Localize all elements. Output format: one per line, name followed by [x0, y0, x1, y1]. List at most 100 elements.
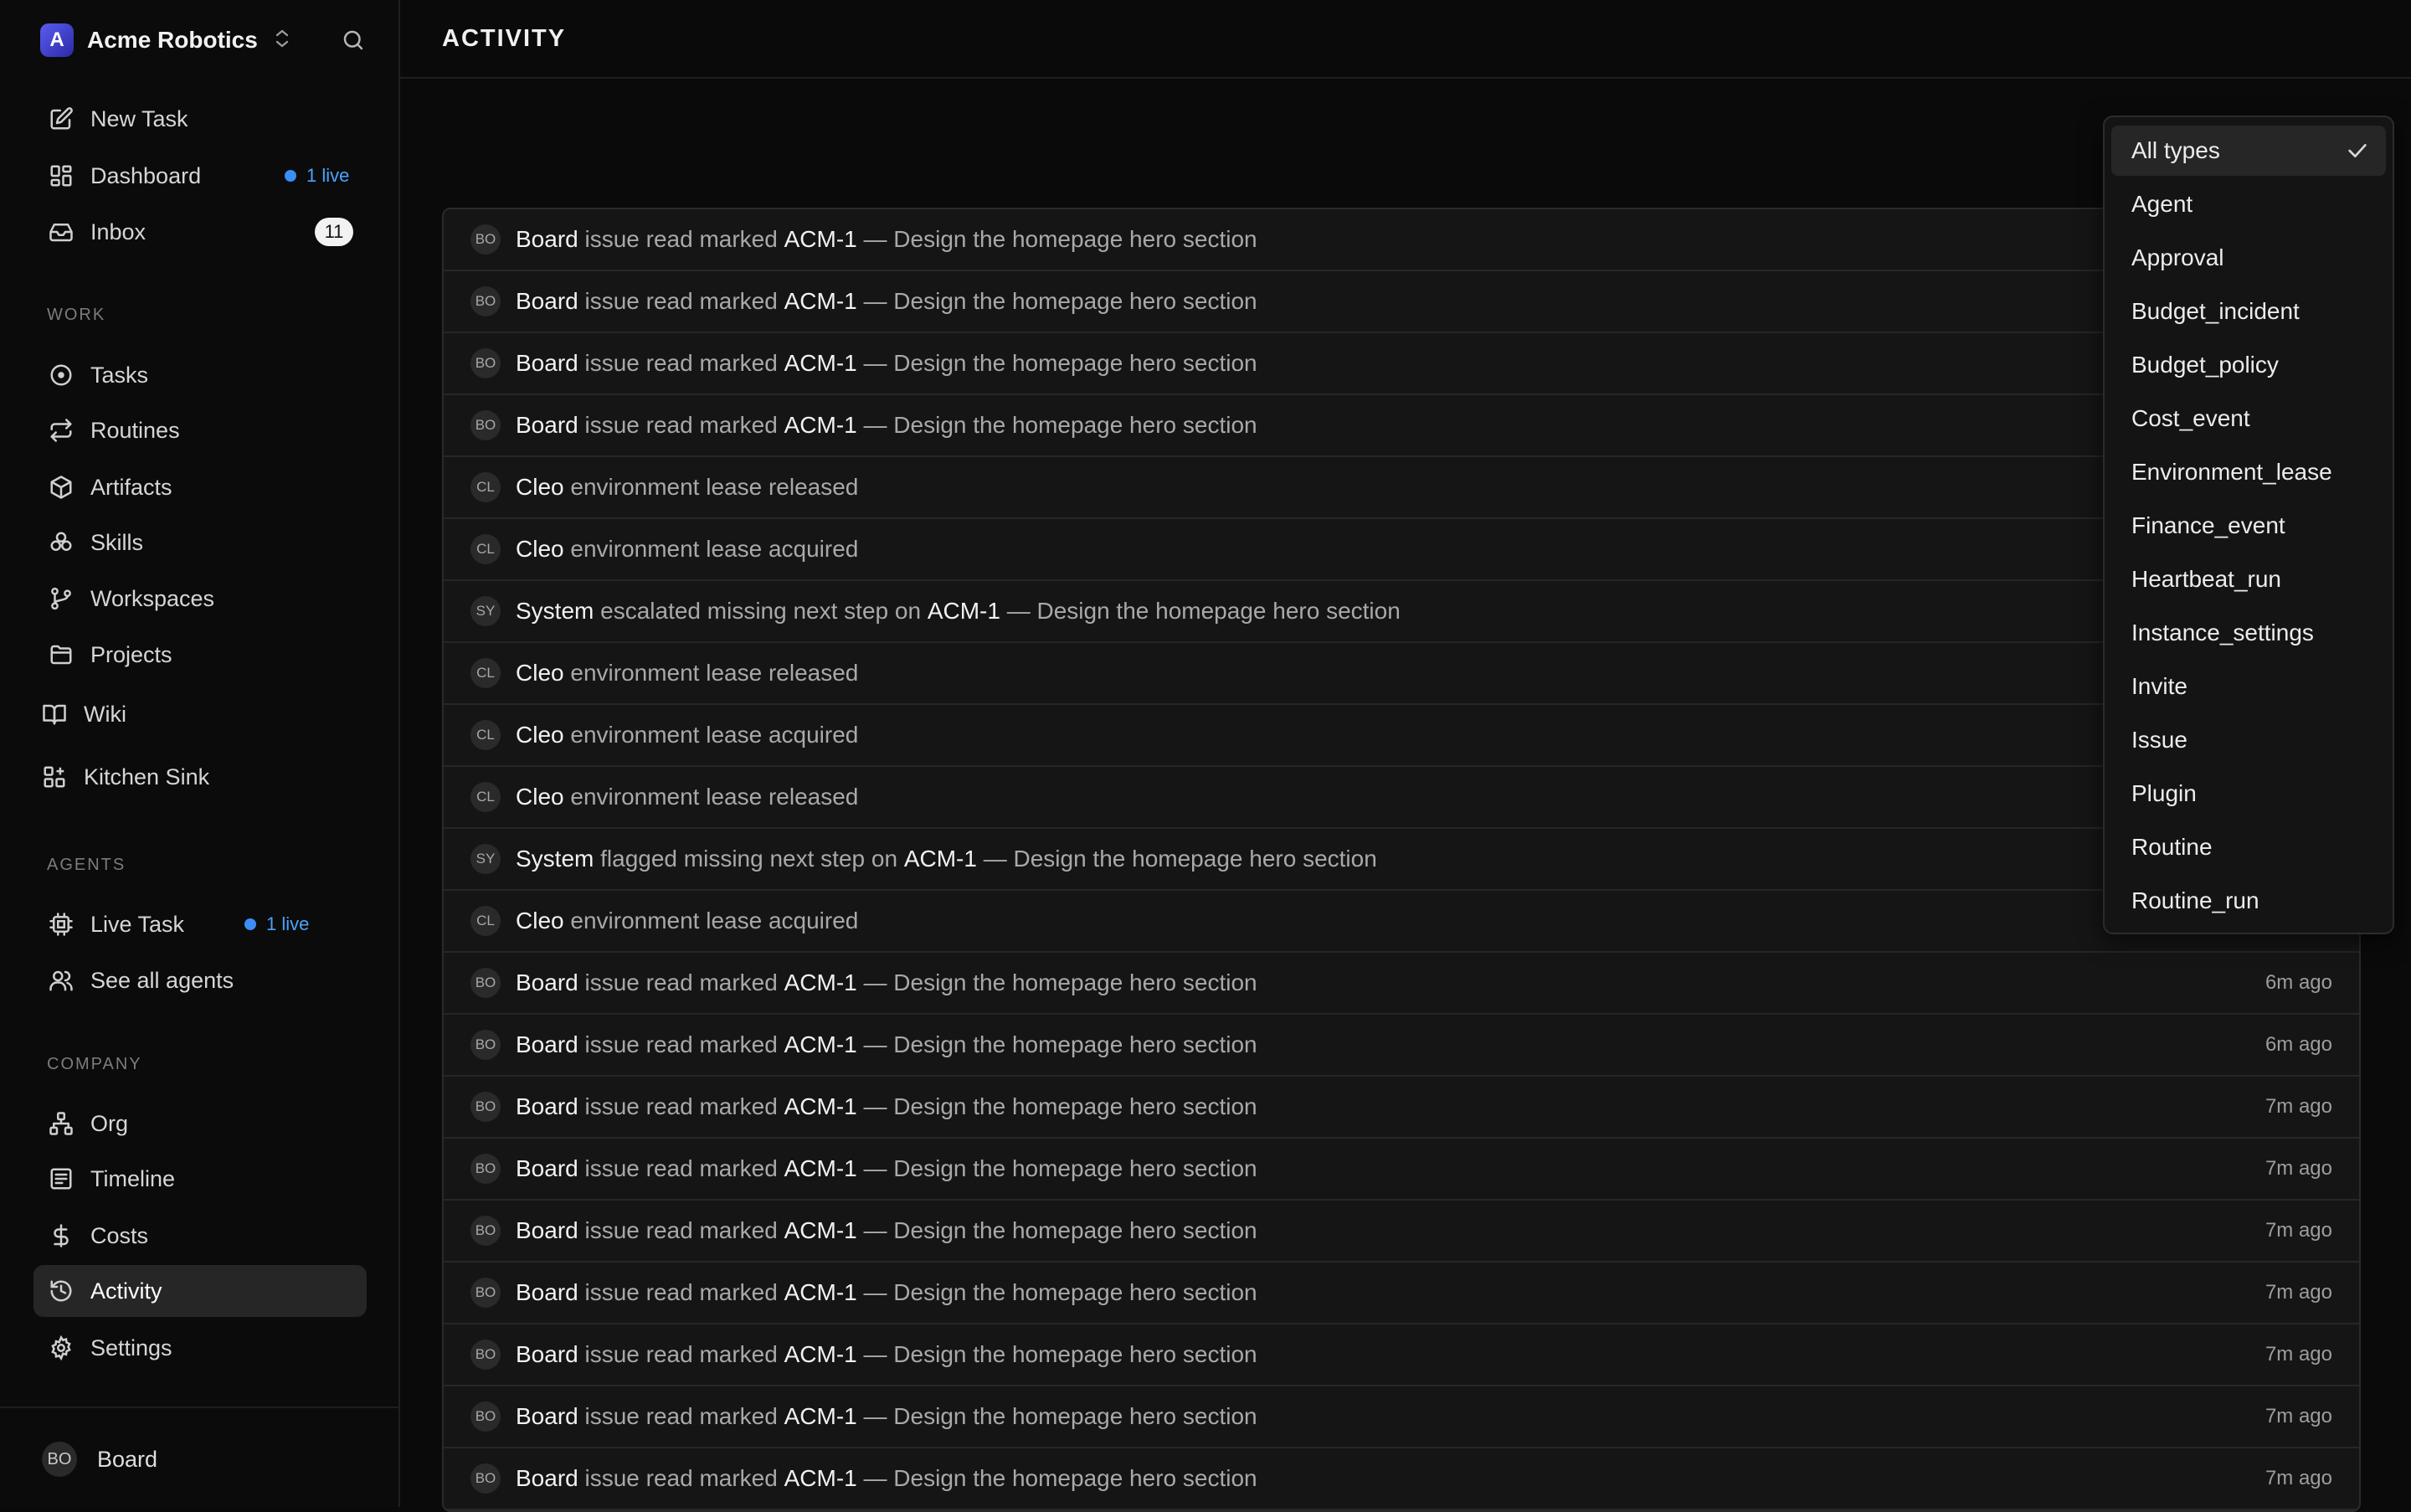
nav-timeline[interactable]: Timeline: [33, 1153, 367, 1205]
activity-row[interactable]: SY System escalated missing next step on …: [444, 581, 2359, 643]
activity-row[interactable]: CL Cleo environment lease released: [444, 767, 2359, 829]
type-option[interactable]: Budget_incident: [2111, 286, 2386, 337]
nav-new-task[interactable]: New Task: [33, 93, 367, 145]
action-text: issue read marked: [584, 226, 778, 252]
circle-dot-icon: [47, 361, 75, 389]
issue-title: — Design the homepage hero section: [863, 1217, 1257, 1243]
nav-projects[interactable]: Projects: [33, 629, 367, 681]
type-option[interactable]: Finance_event: [2111, 501, 2386, 551]
nav-artifacts[interactable]: Artifacts: [33, 461, 367, 513]
type-filter-dropdown: All types Agent Approval Budget_incident Bud…: [2103, 116, 2394, 934]
nav-wiki[interactable]: Wiki: [27, 688, 360, 740]
activity-row[interactable]: BO Board issue read marked ACM-1 — Design…: [444, 395, 2359, 457]
nav-activity[interactable]: Activity: [33, 1265, 367, 1317]
type-option[interactable]: Plugin: [2111, 769, 2386, 819]
nav-skills[interactable]: Skills: [33, 517, 367, 568]
issue-ref[interactable]: ACM-1: [784, 1279, 857, 1306]
activity-row[interactable]: SY System flagged missing next step on AC…: [444, 829, 2359, 891]
type-option-label: Issue: [2131, 727, 2187, 753]
issue-ref[interactable]: ACM-1: [784, 1093, 857, 1120]
issue-ref[interactable]: ACM-1: [928, 598, 1000, 625]
activity-row[interactable]: BO Board issue read marked ACM-1 — Design…: [444, 209, 2359, 271]
activity-row[interactable]: BO Board issue read marked ACM-1 — Design…: [444, 1139, 2359, 1201]
issue-ref[interactable]: ACM-1: [784, 288, 857, 315]
nav-label: Live Task: [90, 911, 185, 937]
page-header: ACTIVITY: [400, 0, 2411, 79]
activity-row[interactable]: BO Board issue read marked ACM-1 — Design…: [444, 1386, 2359, 1448]
type-option-label: Approval: [2131, 244, 2224, 270]
nav-live-task[interactable]: Live Task 1 live: [33, 898, 367, 950]
issue-ref[interactable]: ACM-1: [784, 969, 857, 996]
type-option[interactable]: Heartbeat_run: [2111, 554, 2386, 604]
type-option[interactable]: Routine_run: [2111, 876, 2386, 926]
activity-row[interactable]: BO Board issue read marked ACM-1 — Design…: [444, 1077, 2359, 1139]
actor-avatar: BO: [470, 410, 501, 440]
issue-ref[interactable]: ACM-1: [784, 1031, 857, 1058]
avatar: BO: [42, 1442, 77, 1477]
issue-title: — Design the homepage hero section: [863, 1403, 1257, 1429]
actor-name: Board: [516, 288, 578, 314]
type-option[interactable]: Environment_lease: [2111, 447, 2386, 497]
type-option[interactable]: Invite: [2111, 661, 2386, 712]
activity-row[interactable]: CL Cleo environment lease acquired: [444, 891, 2359, 953]
issue-ref[interactable]: ACM-1: [784, 1465, 857, 1492]
book-icon: [40, 700, 69, 728]
issue-ref[interactable]: ACM-1: [784, 226, 857, 253]
type-option[interactable]: Budget_policy: [2111, 340, 2386, 390]
type-option[interactable]: Cost_event: [2111, 393, 2386, 444]
issue-ref[interactable]: ACM-1: [784, 1155, 857, 1182]
activity-row[interactable]: BO Board issue read marked ACM-1 — Design…: [444, 333, 2359, 395]
gear-icon: [47, 1334, 75, 1362]
type-option[interactable]: Routine: [2111, 822, 2386, 872]
issue-ref[interactable]: ACM-1: [904, 846, 977, 872]
timestamp: 7m ago: [2264, 1219, 2332, 1242]
activity-row[interactable]: CL Cleo environment lease acquired: [444, 705, 2359, 767]
type-option-label: Environment_lease: [2131, 459, 2332, 485]
nav-label: Projects: [90, 641, 172, 667]
nav-kitchen-sink[interactable]: Kitchen Sink: [27, 751, 360, 803]
activity-row[interactable]: BO Board issue read marked ACM-1 — Design…: [444, 1201, 2359, 1263]
activity-row[interactable]: BO Board issue read marked ACM-1 — Design…: [444, 271, 2359, 333]
pencil-square-icon: [47, 105, 75, 133]
nav-see-all-agents[interactable]: See all agents: [33, 954, 367, 1006]
nav-inbox[interactable]: Inbox 11: [33, 206, 367, 258]
type-option[interactable]: All types: [2111, 126, 2386, 176]
company-switcher[interactable]: A Acme Robotics: [40, 22, 291, 59]
activity-row[interactable]: BO Board issue read marked ACM-1 — Design…: [444, 1263, 2359, 1324]
activity-row[interactable]: CL Cleo environment lease released: [444, 643, 2359, 705]
issue-ref[interactable]: ACM-1: [784, 1341, 857, 1368]
live-dot: [244, 918, 256, 930]
type-option[interactable]: Agent: [2111, 179, 2386, 229]
actor-name: Board: [516, 1403, 578, 1429]
nav-label: Inbox: [90, 219, 147, 244]
type-option[interactable]: Approval: [2111, 233, 2386, 283]
issue-title: — Design the homepage hero section: [983, 846, 1377, 872]
activity-row[interactable]: BO Board issue read marked ACM-1 — Design…: [444, 1448, 2359, 1510]
activity-row[interactable]: BO Board issue read marked ACM-1 — Design…: [444, 1324, 2359, 1386]
nav-workspaces[interactable]: Workspaces: [33, 573, 367, 625]
type-option[interactable]: Instance_settings: [2111, 608, 2386, 658]
actor-name: Board: [516, 350, 578, 376]
issue-ref[interactable]: ACM-1: [784, 350, 857, 377]
activity-row[interactable]: CL Cleo environment lease released: [444, 457, 2359, 519]
org-chart-icon: [47, 1109, 75, 1138]
actor-avatar: SY: [470, 596, 501, 626]
nav-tasks[interactable]: Tasks: [33, 349, 367, 401]
activity-row[interactable]: BO Board issue read marked ACM-1 — Design…: [444, 953, 2359, 1015]
activity-row[interactable]: CL Cleo environment lease acquired: [444, 519, 2359, 581]
nav-org[interactable]: Org: [33, 1098, 367, 1149]
action-text: issue read marked: [584, 1155, 778, 1181]
activity-row[interactable]: BO Board issue read marked ACM-1 — Design…: [444, 1015, 2359, 1077]
nav-routines[interactable]: Routines: [33, 404, 367, 456]
issue-ref[interactable]: ACM-1: [784, 1403, 857, 1430]
type-option[interactable]: Issue: [2111, 715, 2386, 765]
search-button[interactable]: [337, 25, 370, 59]
nav-label: Activity: [90, 1278, 162, 1304]
user-menu[interactable]: BO Board: [0, 1407, 400, 1509]
nav-costs[interactable]: Costs: [33, 1210, 367, 1262]
nav-dashboard[interactable]: Dashboard 1 live: [33, 150, 367, 202]
issue-ref[interactable]: ACM-1: [784, 412, 857, 439]
action-text: flagged missing next step on: [600, 846, 898, 872]
nav-settings[interactable]: Settings: [33, 1322, 367, 1374]
issue-ref[interactable]: ACM-1: [784, 1217, 857, 1244]
